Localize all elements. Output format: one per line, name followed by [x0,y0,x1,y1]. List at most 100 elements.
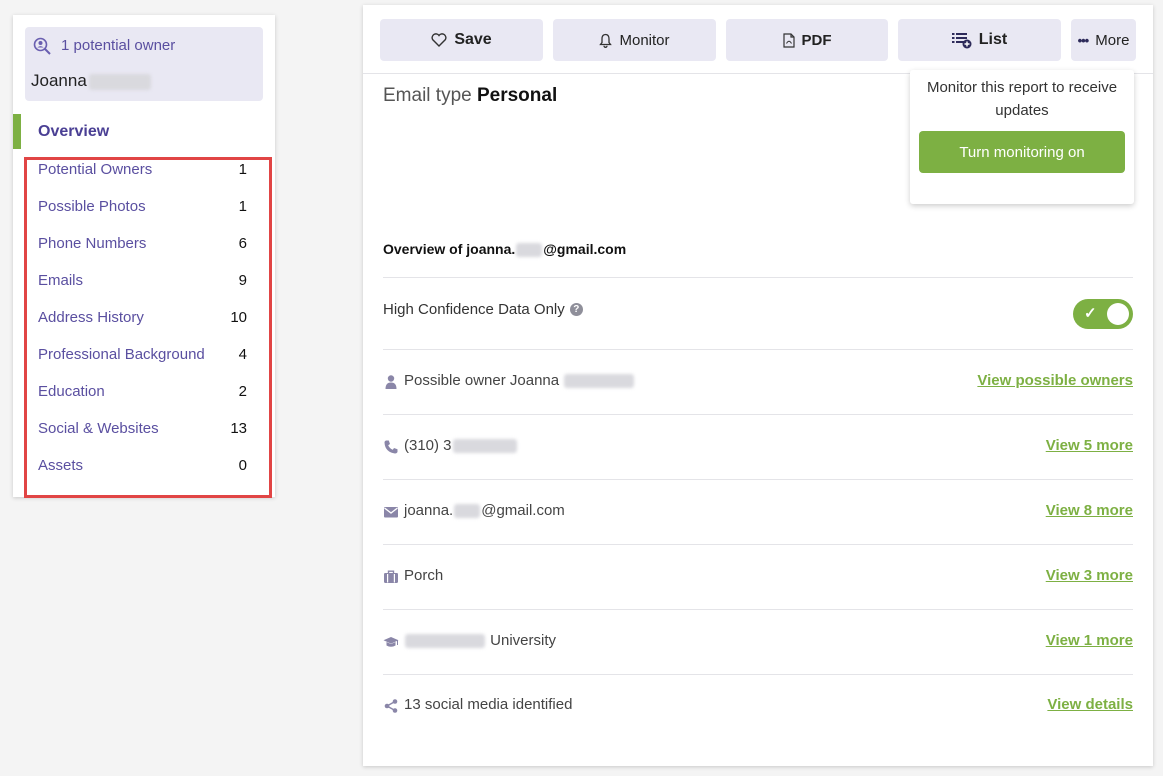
view-possible-owners-link[interactable]: View possible owners [977,372,1133,389]
redacted-text [564,374,635,389]
user-icon [385,375,397,389]
phone-row: (310) 3 View 5 more [383,435,1133,459]
monitor-label: Monitor [619,31,670,49]
overview-title-prefix: Overview of joanna. [383,241,516,257]
nav-item-assets[interactable]: Assets 0 [13,451,275,488]
monitor-popup-text: Monitor this report to receive updates [926,79,1118,119]
active-indicator [13,114,21,149]
nav-item-social-websites[interactable]: Social & Websites 13 [13,414,275,451]
owner-count: 1 potential owner [61,37,176,54]
phone-text: (310) 3 [404,437,518,454]
nav-item-label: Possible Photos [38,198,146,215]
add-to-list-button[interactable]: List [898,19,1061,61]
pdf-button[interactable]: PDF [726,19,888,61]
ellipsis-icon: ••• [1077,32,1090,48]
nav-item-count: 9 [238,272,247,289]
nav-item-count: 13 [230,420,247,437]
nav-item-count: 4 [238,346,247,363]
view-more-education-link[interactable]: View 1 more [1046,632,1133,649]
social-text: 13 social media identified [404,696,573,713]
list-add-icon [951,32,972,48]
high-confidence-toggle[interactable]: ✓ [1073,299,1133,329]
nav-item-count: 1 [238,161,247,178]
nav-item-label: Phone Numbers [38,235,147,252]
nav-item-possible-photos[interactable]: Possible Photos 1 [13,192,275,229]
view-social-details-link[interactable]: View details [1047,696,1133,713]
confidence-label-text: High Confidence Data Only [383,301,565,318]
report-main-panel: Save Monitor PDF List ••• More Email typ… [363,5,1153,766]
nav-item-count: 6 [238,235,247,252]
checkmark-icon: ✓ [1084,305,1097,322]
nav-item-count: 1 [238,198,247,215]
redacted-text [452,439,517,454]
possible-owner-row: Possible owner Joanna View possible owne… [383,370,1133,394]
nav-item-professional-background[interactable]: Professional Background 4 [13,340,275,377]
email-row: joanna. @gmail.com View 8 more [383,500,1133,524]
email-text: joanna. @gmail.com [404,502,565,519]
phone-icon [384,440,398,454]
email-type-value: Personal [476,85,558,106]
employer-row: Porch View 3 more [383,565,1133,589]
nav-item-count: 2 [238,383,247,400]
nav-item-phone-numbers[interactable]: Phone Numbers 6 [13,229,275,266]
pdf-label: PDF [801,31,832,49]
redacted-text [516,243,543,258]
briefcase-icon [384,570,398,583]
divider [383,479,1133,480]
nav-item-potential-owners[interactable]: Potential Owners 1 [13,155,275,192]
turn-monitoring-on-button[interactable]: Turn monitoring on [919,131,1125,173]
education-text: University [404,632,556,649]
high-confidence-label: High Confidence Data Only ? [383,301,583,318]
education-row: University View 1 more [383,630,1133,654]
pdf-file-icon [782,32,795,48]
nav-item-label: Professional Background [38,346,205,363]
nav-item-label: Overview [38,123,110,140]
employer-text: Porch [404,567,444,584]
divider [383,414,1133,415]
graduation-cap-icon [383,637,399,647]
redacted-text [454,504,481,519]
save-label: Save [454,31,492,48]
envelope-icon [384,507,398,518]
education-label: University [490,632,557,649]
view-more-emails-link[interactable]: View 8 more [1046,502,1133,519]
email-type-label: Email type [383,85,472,106]
nav-item-overview[interactable]: Overview [13,114,275,149]
nav-item-label: Social & Websites [38,420,159,437]
nav-item-address-history[interactable]: Address History 10 [13,303,275,340]
monitor-button[interactable]: Monitor [553,19,716,61]
section-nav-list: Potential Owners 1 Possible Photos 1 Pho… [13,155,275,488]
nav-item-label: Education [38,383,105,400]
divider [383,609,1133,610]
possible-owner-label: Possible owner Joanna [404,372,560,389]
nav-item-count: 10 [230,309,247,326]
save-button[interactable]: Save [380,19,543,61]
social-row: 13 social media identified View details [383,694,1133,718]
bell-icon [599,33,613,48]
share-icon [384,699,398,713]
monitor-popup: Monitor this report to receive updates T… [910,70,1134,204]
view-more-employers-link[interactable]: View 3 more [1046,567,1133,584]
redacted-text [88,73,151,90]
help-icon[interactable]: ? [569,303,583,316]
email-prefix: joanna. [404,502,454,519]
heart-icon [431,33,447,47]
divider [383,349,1133,350]
toggle-knob [1107,303,1129,325]
nav-item-education[interactable]: Education 2 [13,377,275,414]
possible-owner-text: Possible owner Joanna [404,372,635,389]
owner-summary-card[interactable]: 1 potential owner Joanna [25,27,263,101]
overview-title: Overview of joanna. @gmail.com [383,241,626,258]
view-more-phones-link[interactable]: View 5 more [1046,437,1133,454]
report-sidebar: 1 potential owner Joanna Overview Potent… [13,15,275,497]
divider [383,277,1133,278]
nav-item-emails[interactable]: Emails 9 [13,266,275,303]
email-type-heading: Email type Personal [383,85,557,107]
nav-item-label: Emails [38,272,84,289]
person-search-icon [33,37,51,55]
nav-item-label: Potential Owners [38,161,153,178]
report-toolbar: Save Monitor PDF List ••• More [363,5,1153,74]
owner-first-name: Joanna [31,71,87,90]
more-button[interactable]: ••• More [1071,19,1136,61]
divider [383,544,1133,545]
